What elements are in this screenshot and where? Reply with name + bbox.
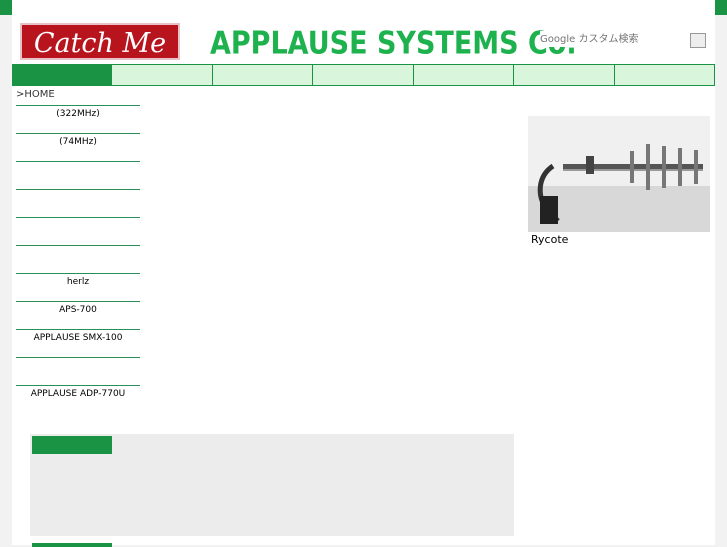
sidebar-item[interactable]: (74MHz) <box>16 133 140 161</box>
nav-item-3[interactable] <box>212 65 314 85</box>
sidebar-item[interactable]: herlz <box>16 273 140 301</box>
sidebar-item[interactable] <box>16 161 140 189</box>
sidebar-item[interactable]: APPLAUSE SMX-100 <box>16 329 140 357</box>
sidebar-item-line2: (322MHz) <box>56 109 100 119</box>
sidebar-item-line2: APS-700 <box>59 305 97 315</box>
nav-item-home[interactable] <box>12 65 113 85</box>
catchme-logo[interactable]: Catch Me <box>20 23 180 60</box>
gallery-heading <box>32 436 112 454</box>
nav-item-4[interactable] <box>313 65 414 85</box>
sidebar-item-line2: (74MHz) <box>59 137 97 147</box>
sidebar-item[interactable]: APPLAUSE ADP-770U <box>16 385 140 413</box>
sidebar-item[interactable] <box>16 245 140 273</box>
sidebar-item[interactable] <box>16 189 140 217</box>
sidebar-item-line2: APPLAUSE ADP-770U <box>30 389 126 399</box>
sidebar-item-line2: herlz <box>66 277 90 287</box>
search-button[interactable] <box>690 33 706 48</box>
logo-text: Catch Me <box>33 28 167 59</box>
antenna-image <box>528 116 710 232</box>
sidebar-item[interactable]: APS-700 <box>16 301 140 329</box>
sidebar-item-line2: APPLAUSE SMX-100 <box>33 333 123 343</box>
bottom-section-bar <box>32 543 112 547</box>
sidebar-item[interactable]: (322MHz) <box>16 105 140 133</box>
sidebar-item[interactable] <box>16 357 140 385</box>
sidebar: (322MHz) (74MHz) herlz APS-700 APPLAUSE … <box>16 105 140 413</box>
nav-item-5[interactable] <box>413 65 515 85</box>
nav-item-6[interactable] <box>514 65 615 85</box>
gallery-section <box>30 434 514 536</box>
right-body: Rycote <box>531 233 569 246</box>
antenna-photo <box>528 116 710 232</box>
right-description: Rycote <box>531 232 713 247</box>
breadcrumb: >HOME <box>16 89 55 100</box>
nav-item-7[interactable] <box>614 65 715 85</box>
nav-item-2[interactable] <box>112 65 213 85</box>
main-nav <box>12 64 715 86</box>
sidebar-item[interactable] <box>16 217 140 245</box>
brand-name: APPLAUSE SYSTEMS Co. <box>210 26 577 62</box>
search-input[interactable] <box>540 31 690 47</box>
